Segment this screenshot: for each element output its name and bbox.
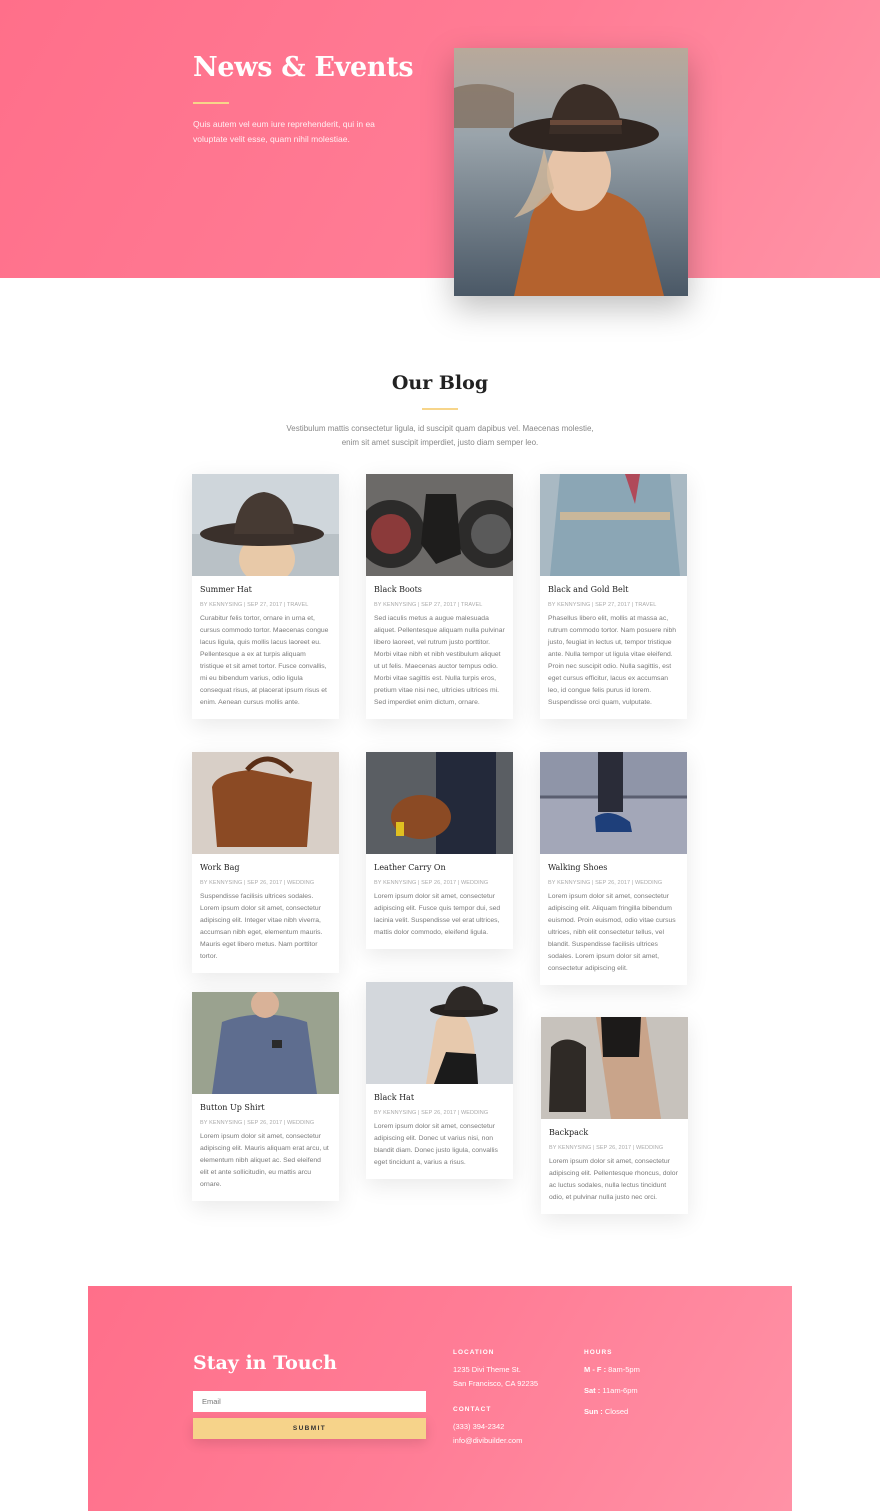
blog-card[interactable]: Backpack BY KENNYSING | SEP 26, 2017 | W… [541,1017,688,1214]
blog-card[interactable]: Summer Hat BY KENNYSING | SEP 27, 2017 |… [192,474,339,719]
post-title[interactable]: Black and Gold Belt [548,584,679,596]
hours-time: 8am-5pm [608,1365,640,1374]
post-image[interactable] [540,752,687,854]
post-title[interactable]: Walking Shoes [548,862,679,874]
post-image[interactable] [192,474,339,576]
post-image[interactable] [540,474,687,576]
hours-row: Sun : Closed [584,1405,628,1419]
hours-row: Sat : 11am-6pm [584,1384,638,1398]
post-image[interactable] [366,982,513,1084]
post-excerpt: Lorem ipsum dolor sit amet, consectetur … [200,1133,329,1188]
email-field[interactable] [193,1391,426,1412]
hours-day: Sat : [584,1386,601,1395]
post-meta: BY KENNYSING | SEP 27, 2017 | TRAVEL [548,602,657,608]
hero-divider [193,102,229,104]
address-line-2: San Francisco, CA 92235 [453,1379,539,1388]
post-meta: BY KENNYSING | SEP 26, 2017 | WEDDING [549,1145,664,1151]
post-meta: BY KENNYSING | SEP 26, 2017 | WEDDING [374,1110,489,1116]
blog-title: Our Blog [391,372,489,394]
hours-heading: HOURS [584,1349,613,1356]
post-title[interactable]: Button Up Shirt [200,1102,331,1114]
hours-day: Sun : [584,1407,603,1416]
hours-row: M - F : 8am-5pm [584,1363,640,1377]
submit-button[interactable]: SUBMIT [193,1418,426,1439]
post-title[interactable]: Summer Hat [200,584,331,596]
post-excerpt: Lorem ipsum dolor sit amet, consectetur … [374,893,501,936]
hero-text: Quis autem vel eum iure reprehenderit, q… [193,119,375,144]
post-excerpt: Lorem ipsum dolor sit amet, consectetur … [549,1158,678,1201]
blog-card[interactable]: Work Bag BY KENNYSING | SEP 26, 2017 | W… [192,752,339,973]
blog-card[interactable]: Black Boots BY KENNYSING | SEP 27, 2017 … [366,474,513,719]
post-meta: BY KENNYSING | SEP 26, 2017 | WEDDING [374,880,489,886]
post-meta: BY KENNYSING | SEP 26, 2017 | WEDDING [200,1120,315,1126]
hours-time: 11am-6pm [602,1386,638,1395]
post-meta: BY KENNYSING | SEP 27, 2017 | TRAVEL [374,602,483,608]
post-title[interactable]: Work Bag [200,862,331,874]
post-meta: BY KENNYSING | SEP 26, 2017 | WEDDING [200,880,315,886]
post-excerpt: Lorem ipsum dolor sit amet, consectetur … [548,893,676,972]
post-excerpt: Lorem ipsum dolor sit amet, consectetur … [374,1123,498,1166]
post-image[interactable] [192,992,339,1094]
hero-photo [454,48,688,296]
hours-day: M - F : [584,1365,607,1374]
post-image[interactable] [366,474,513,576]
blog-divider [422,408,458,410]
post-meta: BY KENNYSING | SEP 27, 2017 | TRAVEL [200,602,309,608]
hero-title: News & Events [193,52,414,83]
post-excerpt: Sed iaculis metus a augue malesuada aliq… [374,615,505,706]
hours-time: Closed [604,1407,629,1416]
blog-card[interactable]: Walking Shoes BY KENNYSING | SEP 26, 201… [540,752,687,985]
blog-card[interactable]: Leather Carry On BY KENNYSING | SEP 26, … [366,752,513,949]
email-link[interactable]: info@divibuilder.com [453,1434,522,1448]
post-image[interactable] [366,752,513,854]
post-title[interactable]: Backpack [549,1127,680,1139]
post-image[interactable] [541,1017,688,1119]
post-excerpt: Suspendisse facilisis ultrices sodales. … [200,893,323,960]
phone-link[interactable]: (333) 394-2342 [453,1420,504,1434]
post-title[interactable]: Black Hat [374,1092,505,1104]
post-excerpt: Phasellus libero elit, mollis at massa a… [548,615,677,706]
post-title[interactable]: Leather Carry On [374,862,505,874]
location-heading: LOCATION [453,1349,495,1356]
stay-title: Stay in Touch [193,1352,337,1374]
blog-card[interactable]: Button Up Shirt BY KENNYSING | SEP 26, 2… [192,992,339,1201]
blog-card[interactable]: Black and Gold Belt BY KENNYSING | SEP 2… [540,474,687,719]
blog-intro: Vestibulum mattis consectetur ligula, id… [286,424,594,447]
blog-card[interactable]: Black Hat BY KENNYSING | SEP 26, 2017 | … [366,982,513,1179]
post-meta: BY KENNYSING | SEP 26, 2017 | WEDDING [548,880,663,886]
contact-section: Stay in Touch SUBMIT LOCATION 1235 Divi … [88,1286,792,1511]
post-excerpt: Curabitur felis tortor, ornare in urna e… [200,615,329,706]
address-line-1: 1235 Divi Theme St. [453,1365,521,1374]
post-title[interactable]: Black Boots [374,584,505,596]
hero-section: News & Events Quis autem vel eum iure re… [0,0,880,278]
post-image[interactable] [192,752,339,854]
contact-heading: CONTACT [453,1406,492,1413]
